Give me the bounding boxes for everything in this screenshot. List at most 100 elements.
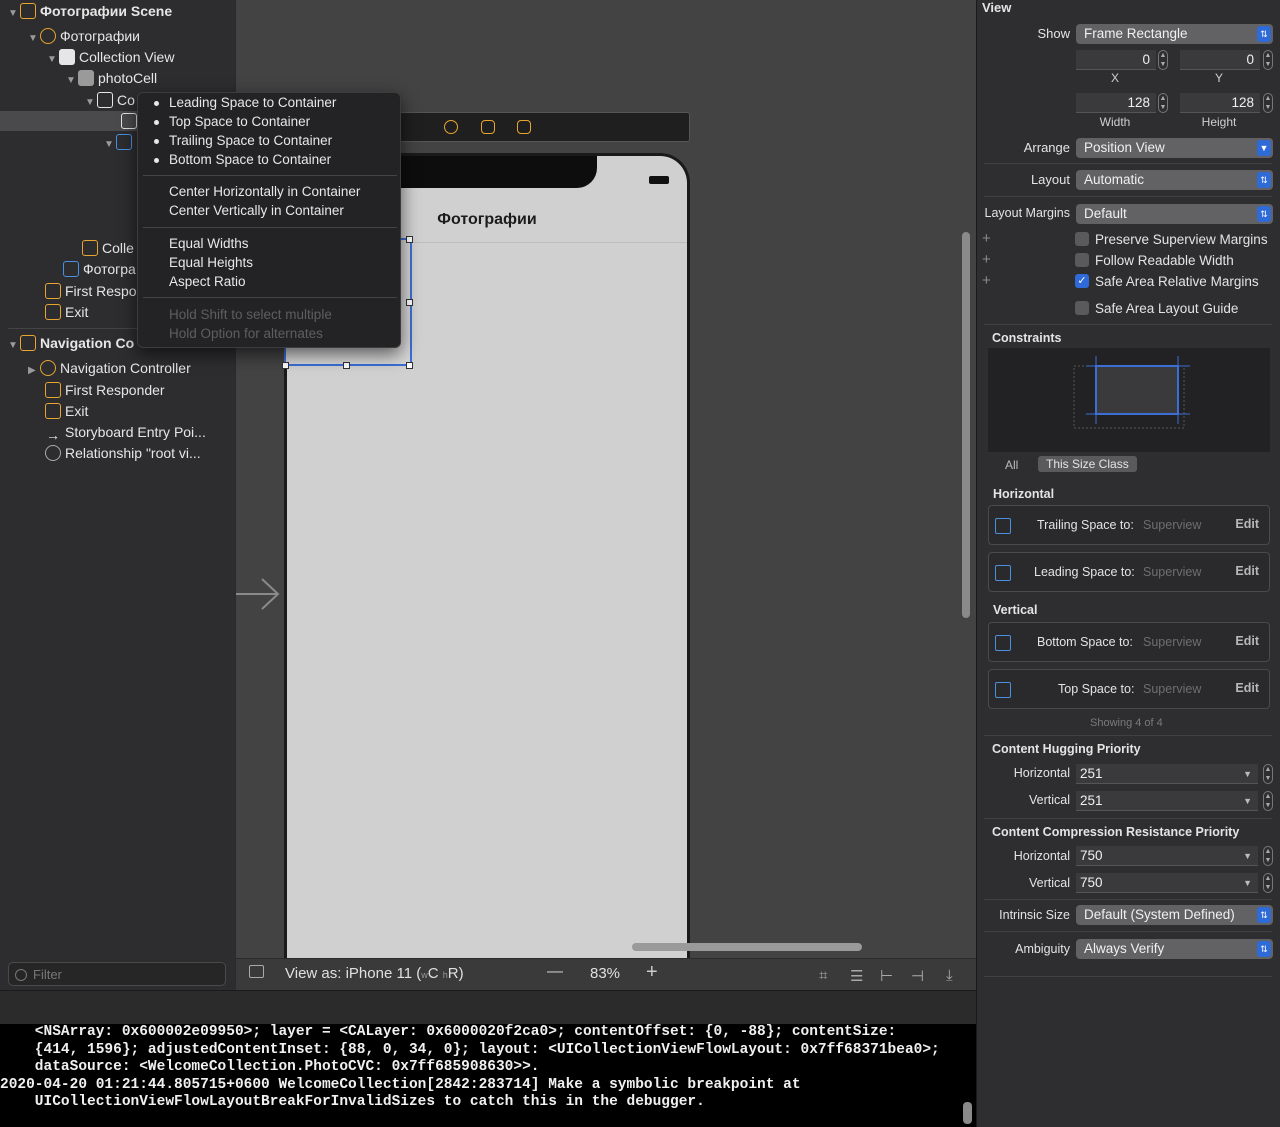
safe-area-margins-checkbox[interactable]: ✓ xyxy=(1075,274,1089,288)
disclosure-triangle-icon[interactable]: ▼ xyxy=(28,29,40,49)
outline-item-exit[interactable]: Exit xyxy=(45,302,88,322)
menu-item-equal-heights[interactable]: Equal Heights xyxy=(169,254,253,272)
height-label: Height xyxy=(1201,115,1237,129)
layout-margins-popup[interactable]: Default ⇅ xyxy=(1076,204,1273,224)
outline-item-scene[interactable]: ▼ Фотографии Scene xyxy=(8,1,172,21)
menu-item-equal-widths[interactable]: Equal Widths xyxy=(169,235,249,253)
follow-readable-checkbox[interactable] xyxy=(1075,253,1089,267)
filter-field[interactable]: Filter xyxy=(8,962,226,986)
view-as-device-button[interactable]: View as: iPhone 11 (wC hR) xyxy=(285,965,464,982)
outline-item-photo-cell[interactable]: ▼ photoCell xyxy=(66,68,157,88)
y-field[interactable]: 0 xyxy=(1180,50,1260,70)
showing-count: Showing 4 of 4 xyxy=(1090,717,1163,729)
edit-button[interactable]: Edit xyxy=(1235,564,1259,578)
menu-item-center-vertically[interactable]: Center Vertically in Container xyxy=(169,202,344,220)
outline-item-collection-view[interactable]: ▼ Collection View xyxy=(47,47,174,67)
compression-vertical-combo[interactable]: 750 ▼ xyxy=(1076,873,1258,893)
outline-item-content-view[interactable]: ▼ Co xyxy=(85,90,135,110)
layout-popup[interactable]: Automatic ⇅ xyxy=(1076,170,1273,190)
view-controller-icon[interactable] xyxy=(444,120,458,134)
menu-item-center-horizontally[interactable]: Center Horizontally in Container xyxy=(169,183,360,201)
disclosure-triangle-icon[interactable]: ▼ xyxy=(8,336,20,356)
height-field[interactable]: 128 xyxy=(1180,93,1260,113)
x-field[interactable]: 0 xyxy=(1076,50,1156,70)
outline-item-exit-2[interactable]: Exit xyxy=(45,401,88,421)
resize-handle[interactable] xyxy=(406,236,413,243)
menu-item-bottom-space[interactable]: Bottom Space to Container xyxy=(154,151,331,169)
add-variation-button[interactable]: + xyxy=(982,230,991,247)
update-frames-icon[interactable]: ⌗ xyxy=(819,967,827,984)
zoom-in-button[interactable]: + xyxy=(646,961,658,984)
menu-item-top-space[interactable]: Top Space to Container xyxy=(154,113,310,131)
constraint-row-bottom[interactable]: Bottom Space to: Superview Edit xyxy=(988,622,1270,662)
tab-all[interactable]: All xyxy=(1005,458,1018,472)
top-constraint-icon xyxy=(995,682,1011,698)
resize-handle[interactable] xyxy=(406,299,413,306)
disclosure-triangle-icon[interactable]: ▼ xyxy=(104,135,116,155)
hugging-title: Content Hugging Priority xyxy=(992,742,1141,756)
outline-item-navigation-item[interactable]: Фотогра xyxy=(63,259,136,279)
resize-handle[interactable] xyxy=(343,362,350,369)
outline-item-constraints[interactable]: ▼ xyxy=(104,132,136,152)
outline-item-first-responder-2[interactable]: First Responder xyxy=(45,380,165,400)
compression-vertical-stepper[interactable]: ▲ ▼ xyxy=(1263,873,1273,893)
safe-area-guide-checkbox[interactable] xyxy=(1075,301,1089,315)
zoom-out-button[interactable]: — xyxy=(547,963,563,981)
outline-item-collection-view-flow-layout[interactable]: Colle xyxy=(82,238,134,258)
compression-horizontal-combo[interactable]: 750 ▼ xyxy=(1076,846,1258,866)
x-stepper[interactable]: ▲ ▼ xyxy=(1158,50,1168,70)
navigation-item-icon xyxy=(63,261,79,277)
height-stepper[interactable]: ▲ ▼ xyxy=(1263,93,1273,113)
first-responder-icon[interactable] xyxy=(481,120,495,134)
hugging-vertical-stepper[interactable]: ▲ ▼ xyxy=(1263,791,1273,811)
add-constraints-icon[interactable]: ⊢ xyxy=(880,967,893,985)
sidebar-toggle-icon[interactable] xyxy=(249,965,264,978)
menu-item-aspect-ratio[interactable]: Aspect Ratio xyxy=(169,273,246,291)
ambiguity-popup[interactable]: Always Verify ⇅ xyxy=(1076,939,1273,959)
exit-icon[interactable] xyxy=(517,120,531,134)
console-scrollbar[interactable] xyxy=(963,1102,972,1124)
view-icon xyxy=(97,92,113,108)
disclosure-triangle-icon[interactable]: ▼ xyxy=(66,71,78,91)
constraint-row-top[interactable]: Top Space to: Superview Edit xyxy=(988,669,1270,709)
disclosure-triangle-icon[interactable]: ▼ xyxy=(47,50,59,70)
resize-handle[interactable] xyxy=(282,362,289,369)
menu-item-leading-space[interactable]: Leading Space to Container xyxy=(154,94,336,112)
preserve-margins-checkbox[interactable] xyxy=(1075,232,1089,246)
outline-item-relationship[interactable]: Relationship "root vi... xyxy=(45,443,201,463)
constraint-row-leading[interactable]: Leading Space to: Superview Edit xyxy=(988,552,1270,592)
edit-button[interactable]: Edit xyxy=(1235,681,1259,695)
arrange-popup[interactable]: Position View ▼ xyxy=(1076,138,1273,158)
y-stepper[interactable]: ▲ ▼ xyxy=(1263,50,1273,70)
outline-item-storyboard-entry[interactable]: → Storyboard Entry Poi... xyxy=(45,422,206,443)
outline-item-nav-scene[interactable]: ▼ Navigation Co xyxy=(8,333,134,353)
add-variation-button[interactable]: + xyxy=(982,251,991,268)
tab-this-size-class[interactable]: This Size Class xyxy=(1038,456,1137,472)
embed-in-icon[interactable]: ⤓ xyxy=(946,967,953,984)
add-variation-button[interactable]: + xyxy=(982,272,991,289)
hugging-horizontal-combo[interactable]: 251 ▼ xyxy=(1076,764,1258,784)
outline-item-first-responder[interactable]: First Respo xyxy=(45,281,137,301)
resize-handle[interactable] xyxy=(406,362,413,369)
hugging-vertical-combo[interactable]: 251 ▼ xyxy=(1076,791,1258,811)
checked-bullet-icon xyxy=(154,139,159,144)
align-icon[interactable]: ☰ xyxy=(850,967,863,985)
outline-item-view-controller[interactable]: ▼ Фотографии xyxy=(28,26,140,46)
width-stepper[interactable]: ▲ ▼ xyxy=(1158,93,1168,113)
constraint-row-trailing[interactable]: Trailing Space to: Superview Edit xyxy=(988,505,1270,545)
horizontal-scrollbar[interactable] xyxy=(632,943,862,951)
outline-item-navigation-controller[interactable]: ▶ Navigation Controller xyxy=(28,358,191,378)
show-popup[interactable]: Frame Rectangle ⇅ xyxy=(1076,24,1273,44)
resolve-issues-icon[interactable]: ⊣ xyxy=(911,967,924,985)
menu-item-trailing-space[interactable]: Trailing Space to Container xyxy=(154,132,332,150)
hugging-horizontal-stepper[interactable]: ▲ ▼ xyxy=(1263,764,1273,784)
disclosure-triangle-icon[interactable]: ▼ xyxy=(8,4,20,24)
width-field[interactable]: 128 xyxy=(1076,93,1156,113)
vertical-scrollbar[interactable] xyxy=(962,232,970,618)
edit-button[interactable]: Edit xyxy=(1235,634,1259,648)
disclosure-triangle-right-icon[interactable]: ▶ xyxy=(28,361,40,381)
compression-horizontal-stepper[interactable]: ▲ ▼ xyxy=(1263,846,1273,866)
intrinsic-size-popup[interactable]: Default (System Defined) ⇅ xyxy=(1076,905,1273,925)
edit-button[interactable]: Edit xyxy=(1235,517,1259,531)
disclosure-triangle-icon[interactable]: ▼ xyxy=(85,93,97,113)
